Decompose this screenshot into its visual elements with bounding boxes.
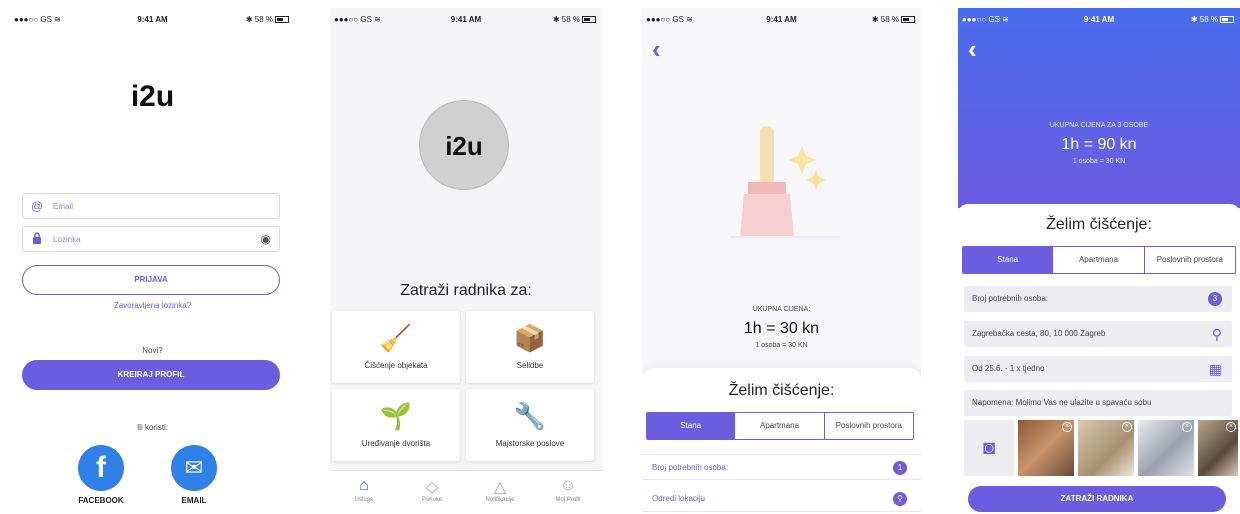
email-label: EMAIL bbox=[181, 496, 207, 505]
battery-indicator: ✱ 58 % bbox=[246, 15, 289, 24]
envelope-icon: ✉ bbox=[184, 455, 204, 480]
remove-photo-icon[interactable]: × bbox=[1226, 422, 1236, 432]
status-bar: ●●●○○ GS ≋ 9:41 AM ✱ 58 % bbox=[330, 8, 602, 30]
lock-icon bbox=[31, 231, 43, 247]
profile-icon: ☺ bbox=[559, 477, 577, 494]
persons-field[interactable]: Broj potrebnih osoba: 3 bbox=[964, 286, 1232, 312]
status-bar: ●●●○○ GS ≋ 9:41 AM ✱ 58 % bbox=[10, 8, 295, 30]
facebook-icon: f bbox=[96, 451, 106, 484]
plant-icon: 🌱 bbox=[379, 401, 413, 431]
photo-thumbnail[interactable]: × bbox=[1138, 420, 1194, 476]
facebook-button[interactable]: f bbox=[78, 445, 124, 491]
battery-indicator: ✱ 58 % bbox=[1191, 15, 1234, 24]
camera-icon[interactable]: ◙ bbox=[964, 420, 1014, 476]
login-screen: ●●●○○ GS ≋ 9:41 AM ✱ 58 % i2u @ Email Lo… bbox=[10, 8, 295, 514]
photo-strip: ◙ × × × × bbox=[964, 420, 1240, 476]
battery-indicator: ✱ 58 % bbox=[872, 15, 915, 24]
page-title: Zatraži radnika za: bbox=[400, 282, 532, 299]
cleaning-screen: ●●●○○ GS ≋ 9:41 AM ✱ 58 % ‹ UKUPNA CIJEN… bbox=[642, 8, 921, 514]
price-per-person: 1 osoba = 30 KN bbox=[755, 342, 808, 349]
property-type-selector: Stana Apartmana Poslovnih prostora bbox=[646, 412, 914, 440]
persons-badge: 3 bbox=[1208, 292, 1222, 306]
photo-thumbnail[interactable]: × bbox=[1078, 420, 1134, 476]
persons-row[interactable]: Broj potrebnih osoba: 1 bbox=[642, 454, 921, 480]
price-per-person: 1 osoba = 30 KN bbox=[1072, 158, 1126, 165]
option-apartment[interactable]: Stana bbox=[647, 413, 735, 439]
price-header: UKUPNA CIJENA ZA 3 OSOBE 1h = 90 kn 1 os… bbox=[958, 8, 1240, 208]
tab-profile[interactable]: ☺ Moj Profil bbox=[534, 471, 602, 514]
email-login-button[interactable]: ✉ bbox=[171, 445, 217, 491]
or-use-label: Ili koristi: bbox=[136, 423, 169, 432]
request-worker-button[interactable]: ZATRAŽI RADNIKA bbox=[968, 486, 1226, 512]
battery-icon bbox=[275, 16, 289, 24]
at-icon: @ bbox=[31, 199, 44, 213]
battery-icon bbox=[1220, 16, 1234, 24]
home-screen: ●●●○○ GS ≋ 9:41 AM ✱ 58 % i2u Zatraži ra… bbox=[330, 8, 602, 514]
note-field[interactable]: Napomena: Molimo Vas ne ulazite u spavać… bbox=[964, 390, 1232, 416]
price-value: 1h = 30 kn bbox=[743, 320, 820, 337]
tab-bar: ⌂ Usluge ◇ Ponuke △ Notifikacije ☺ Moj P… bbox=[330, 470, 602, 514]
new-user-prompt: Novi? bbox=[142, 346, 163, 355]
photo-thumbnail[interactable]: × bbox=[1018, 420, 1074, 476]
price-caption: UKUPNA CIJENA: bbox=[752, 306, 811, 313]
service-moving[interactable]: 📦 Selidbe bbox=[466, 311, 594, 383]
offers-icon: ◇ bbox=[425, 479, 439, 496]
option-business-space[interactable]: Poslovnih prostora bbox=[1143, 247, 1235, 273]
address-field[interactable]: Zagrebačka cesta, 80, 10 000 Zagreb ⚲ bbox=[964, 321, 1232, 347]
create-profile-button[interactable]: KREIRAJ PROFIL bbox=[22, 360, 280, 390]
broom-illustration bbox=[730, 126, 840, 238]
persons-badge: 1 bbox=[893, 461, 907, 475]
tools-icon: 🔧 bbox=[513, 401, 547, 431]
price-value: 1h = 90 kn bbox=[1061, 136, 1137, 153]
forgot-password-link[interactable]: Zavoravljena lozinka? bbox=[10, 301, 295, 310]
sheet-title: Želim čišćenje: bbox=[728, 382, 835, 399]
app-logo: i2u bbox=[419, 100, 509, 190]
bell-icon: △ bbox=[493, 479, 507, 496]
calendar-icon: ▦ bbox=[1208, 361, 1222, 377]
login-button[interactable]: PRIJAVA bbox=[22, 265, 280, 295]
option-holiday-apartment[interactable]: Apartmana bbox=[734, 413, 823, 439]
sheet-title: Želim čišćenje: bbox=[1046, 216, 1152, 233]
status-bar: ●●●○○ GS ≋ 9:41 AM ✱ 58 % bbox=[642, 8, 921, 30]
tab-notifications[interactable]: △ Notifikacije bbox=[466, 471, 534, 514]
app-logo: i2u bbox=[130, 80, 175, 113]
location-row[interactable]: Odredi lokaciju ⚲ bbox=[642, 486, 921, 512]
option-apartment[interactable]: Stana bbox=[963, 247, 1053, 273]
broom-icon: 🧹 bbox=[379, 323, 413, 353]
property-type-selector: Stana Apartmana Poslovnih prostora bbox=[962, 246, 1236, 274]
cleaning-detail-screen: UKUPNA CIJENA ZA 3 OSOBE 1h = 90 kn 1 os… bbox=[958, 8, 1240, 514]
photo-thumbnail[interactable]: × bbox=[1198, 420, 1238, 476]
location-pin-icon: ⚲ bbox=[1211, 326, 1222, 342]
remove-photo-icon[interactable]: × bbox=[1182, 422, 1192, 432]
remove-photo-icon[interactable]: × bbox=[1122, 422, 1132, 432]
options-sheet: Želim čišćenje: Stana Apartmana Poslovni… bbox=[642, 368, 921, 514]
home-icon: ⌂ bbox=[359, 477, 369, 494]
eye-icon[interactable]: ◉ bbox=[261, 232, 271, 246]
password-field[interactable]: Lozinka ◉ bbox=[22, 226, 280, 252]
facebook-label: FACEBOOK bbox=[78, 496, 124, 505]
service-handyman[interactable]: 🔧 Majstorske poslove bbox=[466, 389, 594, 461]
service-yard[interactable]: 🌱 Uređivanje dvorišta bbox=[332, 389, 460, 461]
status-bar: ●●●○○ GS ≋ 9:41 AM ✱ 58 % bbox=[958, 8, 1240, 30]
back-button[interactable]: ‹ bbox=[652, 36, 661, 62]
battery-icon bbox=[582, 16, 596, 24]
location-pin-icon: ⚲ bbox=[893, 492, 907, 506]
service-cleaning[interactable]: 🧹 Čišćenje objekata bbox=[332, 311, 460, 383]
remove-photo-icon[interactable]: × bbox=[1062, 422, 1072, 432]
option-business-space[interactable]: Poslovnih prostora bbox=[823, 413, 913, 439]
battery-indicator: ✱ 58 % bbox=[553, 15, 596, 24]
schedule-field[interactable]: Od 25.6. - 1 x tjedno ▦ bbox=[964, 356, 1232, 382]
email-placeholder: Email bbox=[53, 201, 74, 211]
email-field[interactable]: @ Email bbox=[22, 193, 280, 219]
tab-offers[interactable]: ◇ Ponuke bbox=[398, 471, 466, 514]
battery-icon bbox=[901, 16, 915, 24]
option-holiday-apartment[interactable]: Apartmana bbox=[1052, 247, 1143, 273]
tab-services[interactable]: ⌂ Usluge bbox=[330, 471, 398, 514]
password-placeholder: Lozinka bbox=[53, 234, 81, 244]
back-button[interactable]: ‹ bbox=[968, 36, 977, 62]
movers-icon: 📦 bbox=[513, 323, 547, 353]
price-caption: UKUPNA CIJENA ZA 3 OSOBE bbox=[1049, 122, 1149, 129]
